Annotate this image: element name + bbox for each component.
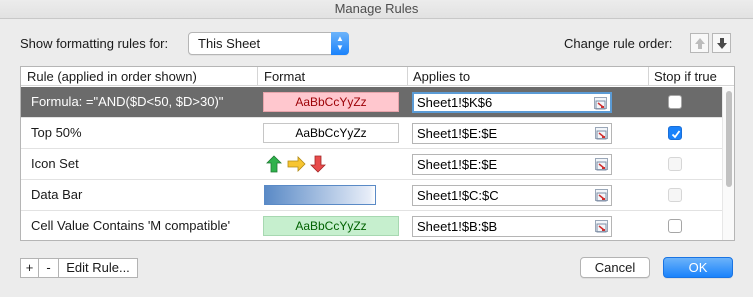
remove-rule-button[interactable]: - <box>39 258 59 278</box>
col-format[interactable]: Format <box>264 69 305 84</box>
rule-description: Top 50% <box>31 125 82 140</box>
applies-to-value: Sheet1!$E:$E <box>417 126 498 141</box>
applies-to-field[interactable]: Sheet1!$C:$C <box>412 185 612 206</box>
format-preview <box>264 185 376 205</box>
add-rule-button[interactable]: + <box>20 258 39 278</box>
applies-to-field[interactable]: Sheet1!$E:$E <box>412 154 612 175</box>
scope-value: This Sheet <box>198 36 261 51</box>
col-stop-if-true[interactable]: Stop if true <box>654 69 717 84</box>
ok-button[interactable]: OK <box>663 257 733 278</box>
applies-to-field[interactable]: Sheet1!$K$6 <box>412 92 612 113</box>
edit-rule-button[interactable]: Edit Rule... <box>59 258 138 278</box>
applies-to-value: Sheet1!$K$6 <box>417 95 493 110</box>
format-preview <box>266 155 326 176</box>
stop-if-true-checkbox[interactable] <box>668 95 682 109</box>
rule-description: Data Bar <box>31 187 83 202</box>
range-picker-icon[interactable] <box>595 127 608 140</box>
stop-if-true-checkbox[interactable] <box>668 219 682 233</box>
applies-to-field[interactable]: Sheet1!$B:$B <box>412 216 612 237</box>
stop-if-true-checkbox <box>668 157 682 171</box>
scope-popup[interactable]: This Sheet ▲ ▼ <box>188 32 349 55</box>
arrow-right-yellow-icon <box>287 156 306 172</box>
table-header: Rule (applied in order shown) Format App… <box>21 67 734 86</box>
applies-to-field[interactable]: Sheet1!$E:$E <box>412 123 612 144</box>
table-row[interactable]: Cell Value Contains 'M compatible' AaBbC… <box>21 211 722 240</box>
checkmark-icon <box>671 130 681 139</box>
range-picker-icon[interactable] <box>594 97 607 110</box>
table-row[interactable]: Icon Set Sheet1!$E:$E <box>21 149 722 179</box>
range-picker-icon[interactable] <box>595 189 608 202</box>
move-down-button[interactable] <box>712 33 731 53</box>
window-title: Manage Rules <box>0 0 753 19</box>
range-picker-icon[interactable] <box>595 158 608 171</box>
applies-to-value: Sheet1!$C:$C <box>417 188 499 203</box>
col-applies-to[interactable]: Applies to <box>413 69 470 84</box>
cancel-button[interactable]: Cancel <box>580 257 650 278</box>
stop-if-true-checkbox[interactable] <box>668 126 682 140</box>
range-picker-icon[interactable] <box>595 220 608 233</box>
move-up-button[interactable] <box>690 33 709 53</box>
show-rules-label: Show formatting rules for: <box>20 36 169 51</box>
table-row[interactable]: Top 50% AaBbCcYyZz Sheet1!$E:$E <box>21 118 722 148</box>
rule-description: Formula: ="AND($D<50, $D>30)" <box>31 94 224 109</box>
arrow-down-red-icon <box>310 155 326 173</box>
format-preview: AaBbCcYyZz <box>263 92 399 112</box>
stop-if-true-checkbox <box>668 188 682 202</box>
col-rule[interactable]: Rule (applied in order shown) <box>27 69 197 84</box>
scrollbar-thumb[interactable] <box>726 91 732 187</box>
arrow-down-icon <box>717 38 727 49</box>
rule-description: Icon Set <box>31 156 79 171</box>
change-order-label: Change rule order: <box>564 36 673 51</box>
rules-table: Rule (applied in order shown) Format App… <box>20 66 735 241</box>
format-preview: AaBbCcYyZz <box>263 123 399 143</box>
applies-to-value: Sheet1!$E:$E <box>417 157 498 172</box>
rule-description: Cell Value Contains 'M compatible' <box>31 218 231 233</box>
table-row[interactable]: Data Bar Sheet1!$C:$C <box>21 180 722 210</box>
table-scrollbar[interactable] <box>722 87 734 240</box>
arrow-up-green-icon <box>266 155 282 173</box>
popup-chevron-icon: ▲ ▼ <box>331 32 349 55</box>
format-preview: AaBbCcYyZz <box>263 216 399 236</box>
table-row[interactable]: Formula: ="AND($D<50, $D>30)" AaBbCcYyZz… <box>21 87 722 117</box>
applies-to-value: Sheet1!$B:$B <box>417 219 498 234</box>
arrow-up-icon <box>695 38 705 49</box>
